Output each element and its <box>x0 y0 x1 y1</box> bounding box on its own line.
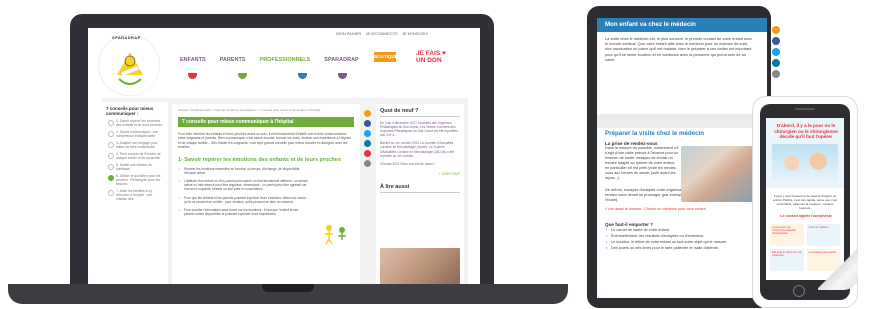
news-title: Quoi de neuf ? <box>380 108 460 117</box>
social-share-bar <box>364 110 372 167</box>
tablet-bring-title: Que faut-il emporter ? <box>605 221 653 227</box>
login-link[interactable]: JE M'CONNECTE <box>365 31 397 36</box>
sidebar-title: 7 conseils pour mieux communiquer : <box>106 106 154 116</box>
phone-card-3: Elle peut te voir le jour de l'opération <box>770 249 804 271</box>
tablet-page-title: Mon enfant va chez le médecin <box>597 18 767 32</box>
nav-dot-red <box>188 73 197 79</box>
facebook-icon[interactable] <box>364 120 371 127</box>
article-intro: Pour bien informer les enfants et leurs … <box>178 132 351 150</box>
facebook-icon[interactable] <box>772 37 780 45</box>
also-read-photo[interactable] <box>380 248 460 284</box>
page-curl <box>818 248 858 290</box>
article: Accueil > Professionnels > Informer l'en… <box>172 104 360 284</box>
sidebar-item-4[interactable]: 4- Tenir compte de l'histoire de chaque … <box>108 152 164 160</box>
tablet-column-text: Dans la mesure du possible, notamment s'… <box>605 146 679 180</box>
email-icon[interactable] <box>364 160 371 167</box>
tablet-section-title: Préparer la visite chez le médecin <box>605 130 705 137</box>
register-link[interactable]: JE M'INSCRIS <box>402 31 428 36</box>
tablet-see-also-link[interactable]: • Voir aussi le dossier : Choisir un méd… <box>605 207 759 212</box>
sidebar-item-6[interactable]: 6- Utiliser le quotidien pour les proche… <box>108 174 164 186</box>
bullet-1: Repérer les émotions ressenties en fonct… <box>178 167 308 175</box>
sidebar-item-2[interactable]: 2- Savoir communiquer : une compétence i… <box>108 130 164 138</box>
bullet-2: L'attitude d'un enfant ou d'un parent pe… <box>178 179 308 192</box>
bullet-4: Pour susciter l'information sans forcer … <box>178 208 308 216</box>
cart-link[interactable]: MON PANIER <box>336 31 361 36</box>
phone-card-2: C'est un médecin <box>806 224 840 246</box>
account-links: MON PANIER JE M'CONNECTE JE M'INSCRIS <box>333 31 428 36</box>
laptop-notch <box>262 284 314 292</box>
linkedin-icon[interactable] <box>364 140 371 147</box>
nav-dot-blue <box>298 73 307 79</box>
nav-enfants[interactable]: ENFANTS <box>180 57 206 63</box>
nav-sparadrap[interactable]: SPARADRAP <box>324 57 358 63</box>
section-title: 1- Savoir repérer les émotions des enfan… <box>178 156 341 163</box>
see-all-link[interactable]: + VOIR TOUT <box>380 172 460 176</box>
sidebar-item-5[interactable]: 5- Etablir une relation de confiance <box>108 163 164 171</box>
nav-professionnels[interactable]: PROFESSIONNELS <box>260 57 311 63</box>
tablet-bring-item-3: Le doudou, le tétine de votre enfant ou … <box>606 240 759 245</box>
tablet-bring-item-4: Des jouets ou des livres pour le faire p… <box>606 246 759 251</box>
nav-parents[interactable]: PARENTS <box>220 57 246 63</box>
phone-illustration <box>772 144 838 182</box>
tablet-bring-item-1: Le carnet de santé de votre enfant. <box>606 228 759 233</box>
phone-text: Il peut y avoir beaucoup de raisons d'op… <box>772 194 837 210</box>
tablet-intro: La visite chez le médecin est, le plus s… <box>605 36 753 62</box>
nav-dot-green <box>238 73 247 79</box>
news-item-1[interactable]: Du 3 au 4 décembre 2021 Journées des Urg… <box>380 121 460 137</box>
linkedin-icon[interactable] <box>772 59 780 67</box>
donate-line-2: UN DON <box>416 57 442 64</box>
news-item-2[interactable]: Bientôt au 1er octobre 2021 La Journée d… <box>380 141 460 157</box>
donate-button[interactable]: JE FAIS ♥ UN DON <box>416 50 446 64</box>
tablet-bring-item-2: Éventuellement, les résultats d'analyses… <box>606 234 759 239</box>
email-icon[interactable] <box>772 70 780 78</box>
sidebar-item-1[interactable]: 1- Savoir repérer les émotions des enfan… <box>108 119 164 127</box>
boutique-button[interactable]: BOUTIQUE <box>374 52 398 62</box>
share-icon[interactable] <box>772 26 780 34</box>
twitter-icon[interactable] <box>364 130 371 137</box>
tablet-doctor-photo <box>681 146 761 202</box>
breadcrumb[interactable]: Accueil > Professionnels > Informer l'en… <box>178 108 354 112</box>
laptop-screen: MON PANIER JE M'CONNECTE JE M'INSCRIS SP… <box>88 28 480 284</box>
donate-line-1: JE FAIS ♥ <box>416 50 446 57</box>
bullet-3: Pour que les enfants et les parents puis… <box>178 196 308 204</box>
phone-subtitle: Le conseil appelé l'anesthésie <box>780 214 832 218</box>
sparadrap-logo[interactable] <box>98 34 160 96</box>
tablet-social-bar <box>772 26 780 78</box>
logo-text: SPARADRAP <box>112 35 141 40</box>
tablet-divider <box>597 114 767 128</box>
phone-title: D'abord, il y a le pour ou le chirurgien… <box>774 123 838 140</box>
page-title: 7 conseils pour mieux communiquer à l'hô… <box>178 117 354 127</box>
also-read-title: À lire aussi <box>380 184 460 193</box>
phone-speaker <box>795 108 815 110</box>
sidebar: 7 conseils pour mieux communiquer : 1- S… <box>102 102 168 284</box>
phone-card-1: Le personne qui t'endormira s'appelle l'… <box>770 224 804 246</box>
sidebar-item-7[interactable]: 7- Aider les familles à s'y retrouver à … <box>108 189 164 201</box>
sidebar-item-3[interactable]: 3- Adapter son langage pour mieux se fai… <box>108 141 164 149</box>
nav-dot-purple <box>338 73 347 79</box>
twitter-icon[interactable] <box>772 48 780 56</box>
illustration-icon <box>325 225 346 245</box>
news-item-3[interactable]: 29 mars 2021 Nous vois est de retour ! <box>380 162 460 166</box>
phone-home-button[interactable] <box>793 285 805 297</box>
youtube-icon[interactable] <box>364 150 371 157</box>
share-icon[interactable] <box>364 110 371 117</box>
